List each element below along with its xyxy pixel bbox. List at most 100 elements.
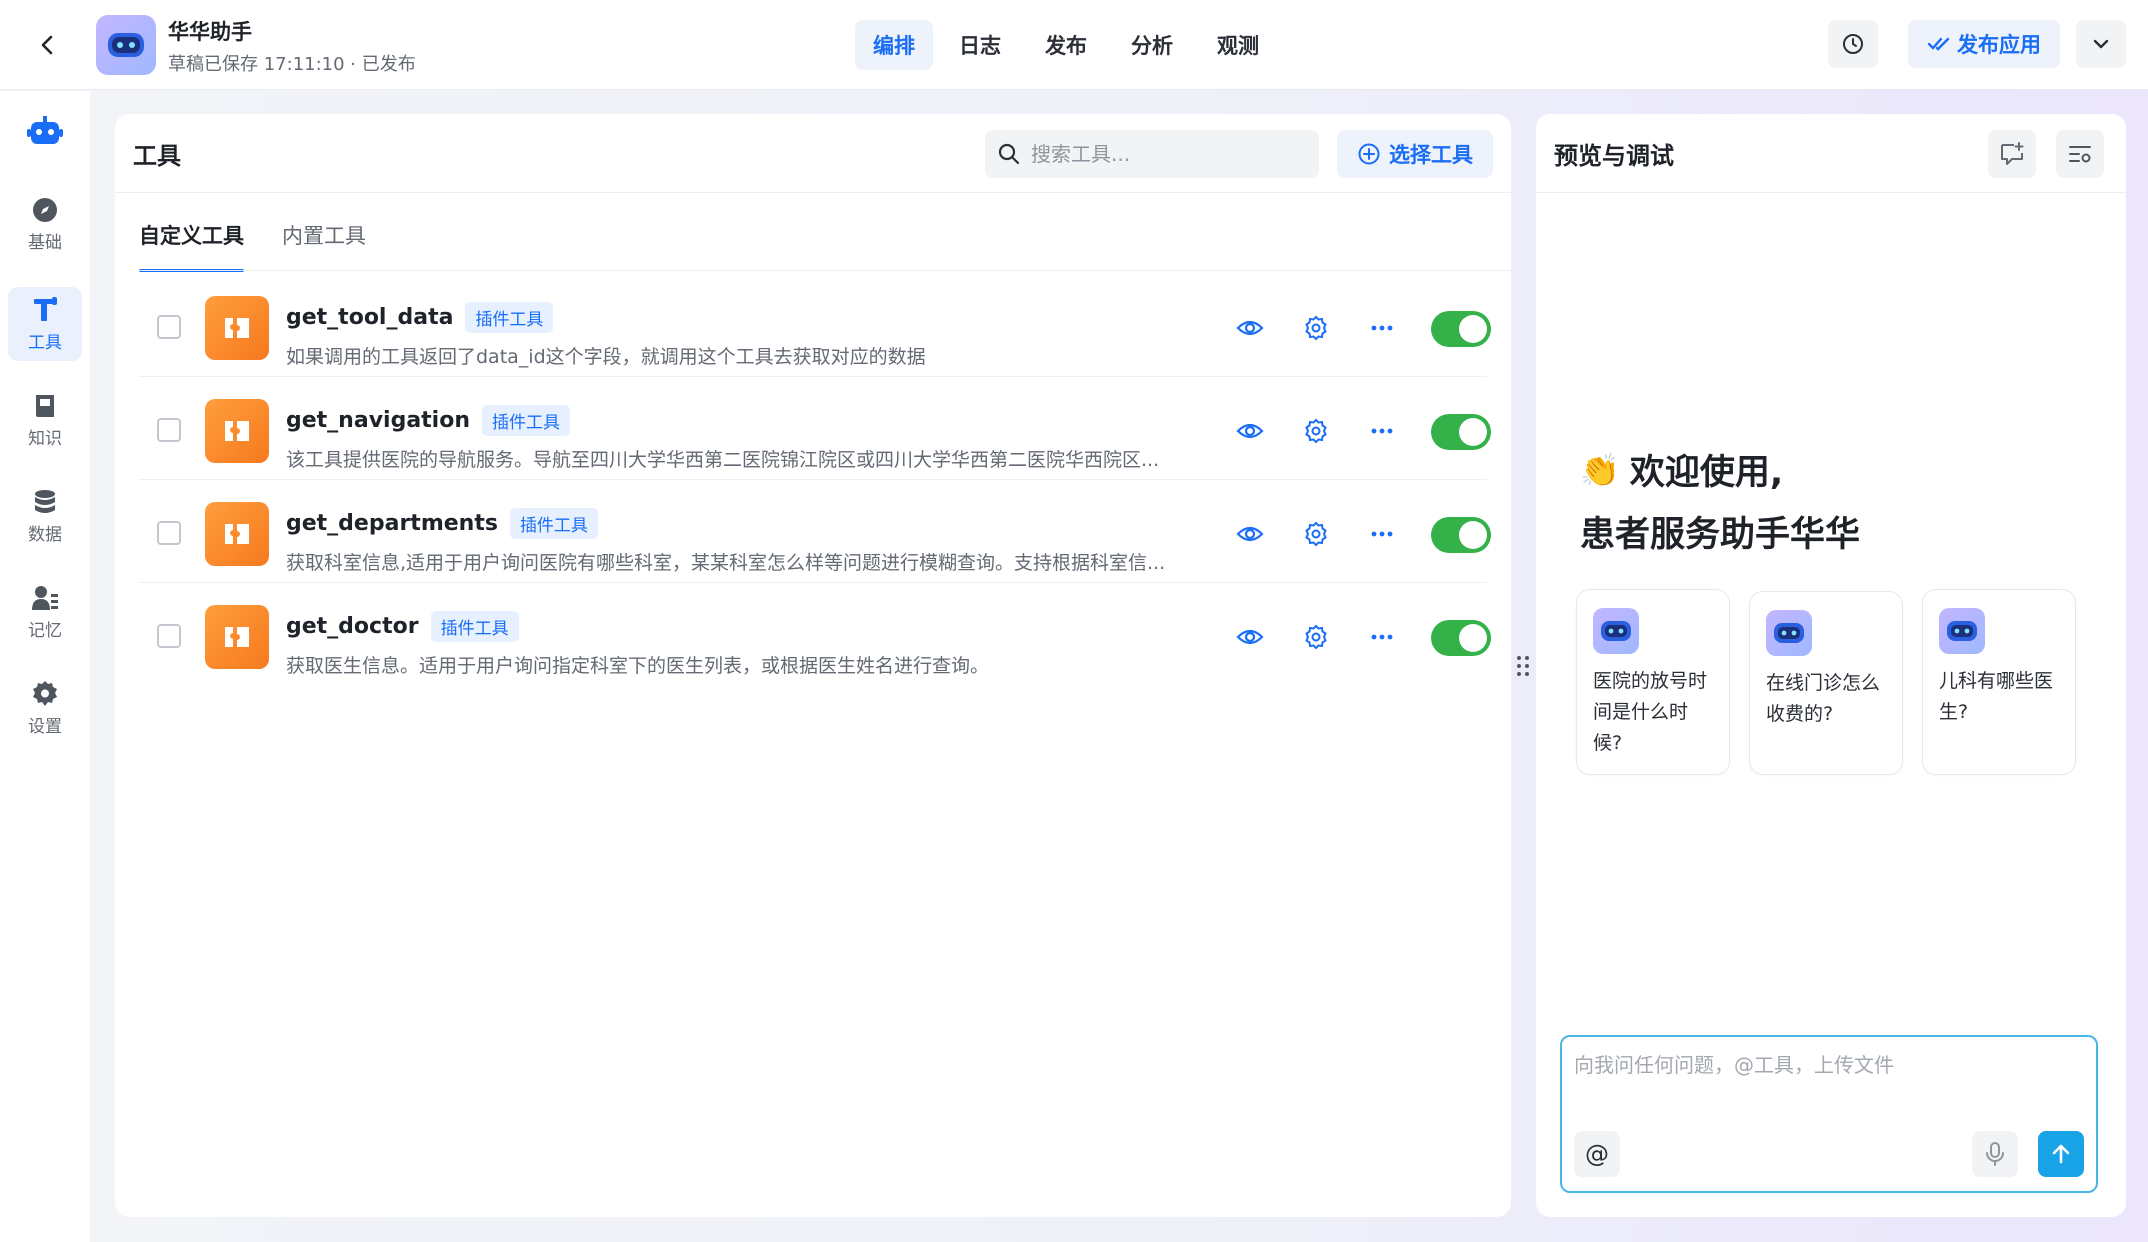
send-button[interactable]: [2038, 1131, 2084, 1177]
view-button[interactable]: [1234, 621, 1266, 653]
search-icon: [998, 143, 1020, 165]
gear-icon: [1305, 418, 1327, 444]
eye-icon: [1236, 629, 1264, 645]
app-name: 华华助手: [168, 20, 252, 44]
book-icon: [36, 394, 54, 417]
mention-tool-button[interactable]: @: [1574, 1131, 1620, 1177]
tool-search-input[interactable]: [1031, 142, 1291, 166]
ellipsis-icon: [1371, 634, 1393, 640]
database-icon: [35, 489, 55, 513]
tab-observe[interactable]: 观测: [1199, 20, 1277, 70]
rail-logo: [24, 111, 66, 153]
tool-type-badge: 插件工具: [430, 611, 519, 642]
more-button[interactable]: [1366, 621, 1398, 653]
chat-input-box: @: [1560, 1035, 2098, 1193]
welcome-line-1: 欢迎使用,: [1629, 453, 1784, 493]
rail-item-basic[interactable]: 基础: [8, 187, 82, 261]
new-chat-button[interactable]: [1988, 130, 2036, 178]
tab-orchestrate[interactable]: 编排: [855, 20, 933, 70]
at-icon: @: [1585, 1140, 1609, 1168]
tab-builtin-tools[interactable]: 内置工具: [282, 214, 366, 272]
tool-description: 如果调用的工具返回了data_id这个字段，就调用这个工具去获取对应的数据: [286, 346, 926, 368]
tool-row: get_navigation 插件工具 该工具提供医院的导航服务。导航至四川大学…: [139, 377, 1491, 480]
tool-icon: [34, 296, 57, 321]
sliders-icon: [2069, 146, 2091, 163]
more-button[interactable]: [1366, 312, 1398, 344]
configure-button[interactable]: [1300, 415, 1332, 447]
ellipsis-icon: [1371, 531, 1393, 537]
tool-row: get_tool_data 插件工具 如果调用的工具返回了data_id这个字段…: [139, 274, 1491, 377]
new-chat-icon: [2001, 142, 2024, 165]
tab-custom-tools[interactable]: 自定义工具: [139, 214, 244, 272]
tool-enable-toggle[interactable]: [1431, 311, 1491, 347]
tool-enable-toggle[interactable]: [1431, 414, 1491, 450]
tool-name: get_navigation: [286, 408, 471, 433]
publish-app-label: 发布应用: [1957, 33, 2041, 57]
rail-item-label: 数据: [28, 524, 62, 545]
chevron-down-icon: [2093, 39, 2109, 49]
rail-item-label: 知识: [28, 428, 62, 449]
tool-type-badge: 插件工具: [509, 508, 598, 539]
more-button[interactable]: [1366, 518, 1398, 550]
view-button[interactable]: [1234, 415, 1266, 447]
drag-dots-icon: [1517, 656, 1529, 676]
tab-analytics[interactable]: 分析: [1113, 20, 1191, 70]
suggestion-card[interactable]: 在线门诊怎么收费的?: [1749, 591, 1903, 775]
robot-icon: [27, 116, 63, 144]
robot-icon: [1939, 608, 1985, 654]
tool-checkbox[interactable]: [157, 521, 181, 545]
select-tool-button[interactable]: 选择工具: [1337, 130, 1493, 178]
back-button[interactable]: [30, 27, 66, 63]
tool-checkbox[interactable]: [157, 624, 181, 648]
history-button[interactable]: [1828, 20, 1878, 68]
gear-icon: [1305, 624, 1327, 650]
rail-item-memory[interactable]: 记忆: [8, 575, 82, 649]
tool-description: 该工具提供医院的导航服务。导航至四川大学华西第二医院锦江院区或四川大学华西第二医…: [286, 449, 1160, 471]
arrow-up-icon: [2052, 1144, 2070, 1164]
publish-options-button[interactable]: [2076, 20, 2126, 68]
select-tool-label: 选择工具: [1389, 143, 1473, 167]
eye-icon: [1236, 526, 1264, 542]
voice-input-button[interactable]: [1972, 1131, 2018, 1177]
view-button[interactable]: [1234, 312, 1266, 344]
more-button[interactable]: [1366, 415, 1398, 447]
preview-panel: 预览与调试 👏 欢迎使用, 患者服务助手华华 医院的放号时间是什么时候? 在线门…: [1536, 114, 2126, 1217]
gear-icon: [1305, 521, 1327, 547]
tool-checkbox[interactable]: [157, 315, 181, 339]
rail-item-settings[interactable]: 设置: [8, 671, 82, 745]
main-tabs: 编排 日志 发布 分析 观测: [855, 20, 1277, 70]
chevron-left-icon: [41, 35, 53, 55]
rail-item-data[interactable]: 数据: [8, 479, 82, 553]
left-rail: 基础 工具 知识 数据 记忆 设置: [0, 91, 90, 1242]
tab-logs[interactable]: 日志: [941, 20, 1019, 70]
welcome-line-2: 患者服务助手华华: [1580, 515, 1861, 555]
ellipsis-icon: [1371, 325, 1393, 331]
debug-settings-button[interactable]: [2056, 130, 2104, 178]
configure-button[interactable]: [1300, 621, 1332, 653]
tool-name: get_departments: [286, 511, 498, 536]
microphone-icon: [1986, 1142, 2004, 1166]
tool-name: get_tool_data: [286, 305, 454, 330]
view-button[interactable]: [1234, 518, 1266, 550]
robot-icon: [1766, 610, 1812, 656]
publish-app-button[interactable]: 发布应用: [1908, 20, 2060, 68]
panel-resize-handle[interactable]: [1515, 654, 1531, 678]
tool-checkbox[interactable]: [157, 418, 181, 442]
tool-enable-toggle[interactable]: [1431, 620, 1491, 656]
rail-item-tools[interactable]: 工具: [8, 287, 82, 361]
tab-publish[interactable]: 发布: [1027, 20, 1105, 70]
plugin-icon: [205, 605, 269, 669]
rail-item-label: 基础: [28, 232, 62, 253]
configure-button[interactable]: [1300, 518, 1332, 550]
suggestion-card[interactable]: 儿科有哪些医生?: [1922, 589, 2076, 775]
tool-enable-toggle[interactable]: [1431, 517, 1491, 553]
rail-item-knowledge[interactable]: 知识: [8, 383, 82, 457]
gear-icon: [1305, 315, 1327, 341]
ellipsis-icon: [1371, 428, 1393, 434]
chat-input[interactable]: [1574, 1049, 2084, 1119]
suggestion-card[interactable]: 医院的放号时间是什么时候?: [1576, 589, 1730, 775]
suggestion-text: 在线门诊怎么收费的?: [1766, 672, 1881, 725]
configure-button[interactable]: [1300, 312, 1332, 344]
divider: [1536, 192, 2126, 193]
preview-panel-title: 预览与调试: [1554, 142, 1674, 170]
